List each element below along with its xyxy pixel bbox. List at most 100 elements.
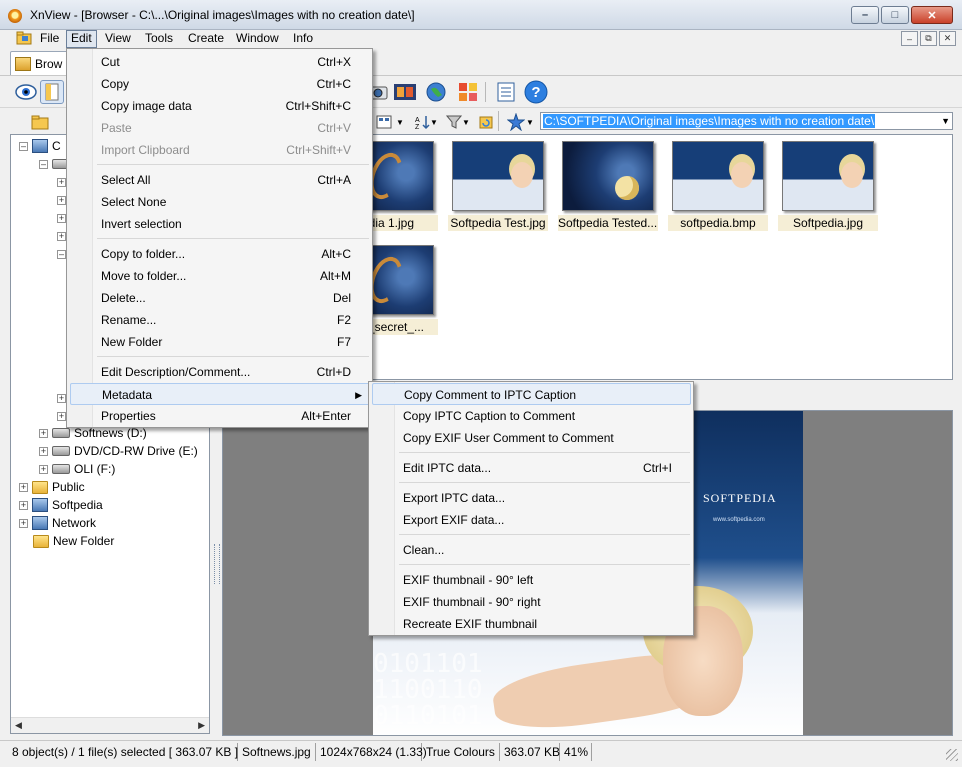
expand-icon[interactable]: + (19, 500, 28, 510)
menu-view[interactable]: View (101, 30, 135, 48)
favorites-dropdown[interactable]: ▼ (524, 110, 536, 134)
expand-icon[interactable]: + (39, 428, 48, 438)
tree-node-collapsed[interactable]: + (57, 209, 66, 227)
expand-icon[interactable]: + (19, 518, 28, 528)
sort-dropdown[interactable]: ▼ (428, 110, 440, 134)
menu-create[interactable]: Create (184, 30, 228, 48)
close-button[interactable]: ✕ (911, 6, 953, 24)
palette-icon (459, 83, 477, 101)
thumbnail-item[interactable]: Softpedia Test.jpg (448, 141, 548, 231)
menu-item-move-to-folder[interactable]: Move to folder... Alt+M (70, 265, 370, 287)
menu-window[interactable]: Window (232, 30, 283, 48)
menu-tools[interactable]: Tools (141, 30, 177, 48)
tree-node-dvd-drive[interactable]: + DVD/CD-RW Drive (E:) (39, 442, 198, 460)
expand-icon[interactable]: + (19, 482, 28, 492)
menu-item-exif-thumb-right[interactable]: EXIF thumbnail - 90° right (372, 591, 691, 613)
folder-up-button[interactable] (28, 110, 52, 134)
expand-icon[interactable]: + (57, 177, 66, 187)
menu-item-delete[interactable]: Delete... Del (70, 287, 370, 309)
expand-icon[interactable]: + (39, 464, 48, 474)
tree-node-collapsed[interactable]: + (57, 191, 66, 209)
menu-item-new-folder[interactable]: New Folder F7 (70, 331, 370, 353)
menu-edit[interactable]: Edit (66, 30, 97, 48)
tree-node-collapsed[interactable]: + (57, 173, 66, 191)
menu-item-edit-description[interactable]: Edit Description/Comment... Ctrl+D (70, 361, 370, 383)
menu-item-exif-thumb-left[interactable]: EXIF thumbnail - 90° left (372, 569, 691, 591)
tree-node-collapsed[interactable]: + (57, 407, 66, 425)
mdi-restore-button[interactable]: ⧉ (920, 31, 937, 46)
refresh-button[interactable] (474, 110, 498, 134)
help-button[interactable]: ? (524, 80, 548, 104)
menu-item-copy[interactable]: Copy Ctrl+C (70, 73, 370, 95)
view-mode-button[interactable] (372, 110, 396, 134)
menu-separator (399, 452, 690, 453)
collapse-icon[interactable]: – (57, 249, 66, 259)
menu-separator (399, 564, 690, 565)
menu-item-export-iptc[interactable]: Export IPTC data... (372, 487, 691, 509)
address-path[interactable]: C:\SOFTPEDIA\Original images\Images with… (543, 114, 876, 128)
tree-node-public[interactable]: + Public (19, 478, 85, 496)
thumbnail-item[interactable]: Softpedia.jpg (778, 141, 878, 231)
menu-item-recreate-exif-thumb[interactable]: Recreate EXIF thumbnail (372, 613, 691, 635)
menu-item-clean[interactable]: Clean... (372, 539, 691, 561)
tab-browser[interactable]: Brow (10, 51, 70, 75)
tree-node-network[interactable]: + Network (19, 514, 96, 532)
menu-item-invert-selection[interactable]: Invert selection (70, 213, 370, 235)
thumbnail-item[interactable]: Softpedia Tested.... (558, 141, 658, 231)
filter-dropdown[interactable]: ▼ (460, 110, 472, 134)
splitter-grip[interactable] (214, 544, 220, 584)
browse-button[interactable] (40, 80, 64, 104)
collapse-icon[interactable]: – (39, 159, 48, 169)
tree-node-computer[interactable]: – C (19, 137, 61, 155)
menu-item-rename[interactable]: Rename... F2 (70, 309, 370, 331)
scroll-left-icon[interactable]: ◀ (15, 720, 22, 731)
menu-item-select-none[interactable]: Select None (70, 191, 370, 213)
menu-item-copy-iptc-to-comment[interactable]: Copy IPTC Caption to Comment (372, 405, 691, 427)
view-mode-dropdown[interactable]: ▼ (394, 110, 406, 134)
minimize-button[interactable]: – (851, 6, 879, 24)
mdi-close-button[interactable]: ✕ (939, 31, 956, 46)
menu-item-properties[interactable]: Properties Alt+Enter (70, 405, 370, 427)
expand-icon[interactable]: + (57, 195, 66, 205)
menu-item-copy-image-data[interactable]: Copy image data Ctrl+Shift+C (70, 95, 370, 117)
scroll-right-icon[interactable]: ▶ (198, 720, 205, 731)
expand-icon[interactable]: + (57, 213, 66, 223)
tree-node-softpedia[interactable]: + Softpedia (19, 496, 103, 514)
menu-item-copy-comment-to-iptc[interactable]: Copy Comment to IPTC Caption (372, 383, 691, 405)
status-filename: Softnews.jpg (238, 743, 316, 761)
palette-button[interactable] (456, 80, 480, 104)
chevron-down-icon[interactable]: ▼ (941, 116, 950, 126)
list-button[interactable] (494, 80, 518, 104)
xnview-app-icon[interactable] (8, 9, 22, 23)
menu-item-export-exif[interactable]: Export EXIF data... (372, 509, 691, 531)
thumbnail-caption: Softpedia Tested.... (558, 215, 658, 231)
expand-icon[interactable]: + (57, 393, 66, 403)
menu-item-select-all[interactable]: Select All Ctrl+A (70, 169, 370, 191)
tree-node-expanded[interactable]: – (57, 245, 66, 263)
tree-node-collapsed[interactable]: + (57, 227, 66, 245)
tree-node-oli[interactable]: + OLI (F:) (39, 460, 115, 478)
menu-item-cut[interactable]: Cut Ctrl+X (70, 51, 370, 73)
collapse-icon[interactable]: – (19, 141, 28, 151)
menu-item-edit-iptc[interactable]: Edit IPTC data... Ctrl+I (372, 457, 691, 479)
expand-icon[interactable]: + (57, 231, 66, 241)
tree-horizontal-scrollbar[interactable]: ◀ ▶ (11, 717, 209, 733)
menu-item-copy-to-folder[interactable]: Copy to folder... Alt+C (70, 243, 370, 265)
maximize-button[interactable]: □ (881, 6, 909, 24)
menu-item-metadata[interactable]: Metadata ▶ (70, 383, 370, 405)
tree-node-collapsed[interactable]: + (57, 389, 66, 407)
resize-grip-icon[interactable] (946, 749, 958, 761)
menu-info[interactable]: Info (289, 30, 317, 48)
thumbnail-item[interactable]: softpedia.bmp (668, 141, 768, 231)
address-combobox[interactable]: C:\SOFTPEDIA\Original images\Images with… (540, 112, 953, 130)
slideshow-button[interactable] (393, 80, 417, 104)
mdi-controls: – ⧉ ✕ (901, 31, 956, 46)
menu-file[interactable]: File (36, 30, 63, 48)
tree-node-new-folder[interactable]: New Folder (33, 532, 114, 550)
web-button[interactable] (424, 80, 448, 104)
mdi-minimize-button[interactable]: – (901, 31, 918, 46)
expand-icon[interactable]: + (57, 411, 66, 421)
expand-icon[interactable]: + (39, 446, 48, 456)
menu-item-copy-exif-to-comment[interactable]: Copy EXIF User Comment to Comment (372, 427, 691, 449)
view-eye-button[interactable] (14, 80, 38, 104)
